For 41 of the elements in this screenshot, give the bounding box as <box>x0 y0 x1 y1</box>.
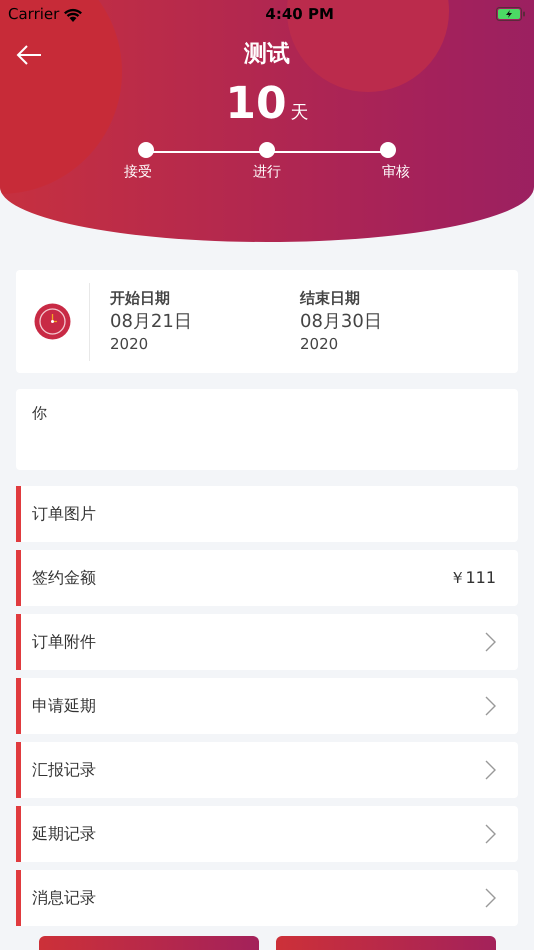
step-label: 接受 <box>123 163 153 182</box>
row-label: 汇报记录 <box>32 759 96 781</box>
note-text: 你 <box>32 404 47 422</box>
step-dot <box>259 142 275 158</box>
row-label: 订单图片 <box>32 503 96 525</box>
chevron-right-icon <box>485 760 496 780</box>
row-label: 延期记录 <box>32 823 96 845</box>
days-count: 10 <box>225 82 287 126</box>
list-row[interactable]: 延期记录 <box>16 806 518 862</box>
wifi-icon <box>63 6 84 22</box>
page-title: 测试 <box>244 40 290 69</box>
status-time: 4:40 PM <box>265 4 334 25</box>
date-year: 2020 <box>300 334 340 356</box>
row-label: 申请延期 <box>32 695 96 717</box>
chevron-right-icon <box>485 888 496 908</box>
step-dot <box>380 142 396 158</box>
action-button[interactable] <box>39 936 259 950</box>
step-label: 进行 <box>252 163 282 182</box>
clock-icon <box>34 303 71 340</box>
date-label: 结束日期 <box>300 288 361 309</box>
step-dot <box>138 142 154 158</box>
carrier-name: Carrier <box>8 4 60 25</box>
row-label: 订单附件 <box>32 631 96 653</box>
chevron-right-icon <box>485 632 496 652</box>
list-row[interactable]: 汇报记录 <box>16 742 518 798</box>
row-value: ￥111 <box>449 567 496 589</box>
action-button[interactable] <box>276 936 496 950</box>
list-row[interactable]: 消息记录 <box>16 870 518 926</box>
date-value: 08月21日 <box>110 310 193 334</box>
step-label: 审核 <box>381 163 411 182</box>
row-label: 签约金额 <box>32 567 96 589</box>
list-row[interactable]: 申请延期 <box>16 678 518 734</box>
chevron-right-icon <box>485 696 496 716</box>
battery-icon <box>496 7 526 21</box>
days-unit: 天 <box>290 101 309 125</box>
row-label: 消息记录 <box>32 887 96 909</box>
date-label: 开始日期 <box>110 288 171 309</box>
chevron-right-icon <box>485 824 496 844</box>
date-year: 2020 <box>110 334 150 356</box>
date-value: 08月30日 <box>300 310 383 334</box>
list-row[interactable]: 订单附件 <box>16 614 518 670</box>
